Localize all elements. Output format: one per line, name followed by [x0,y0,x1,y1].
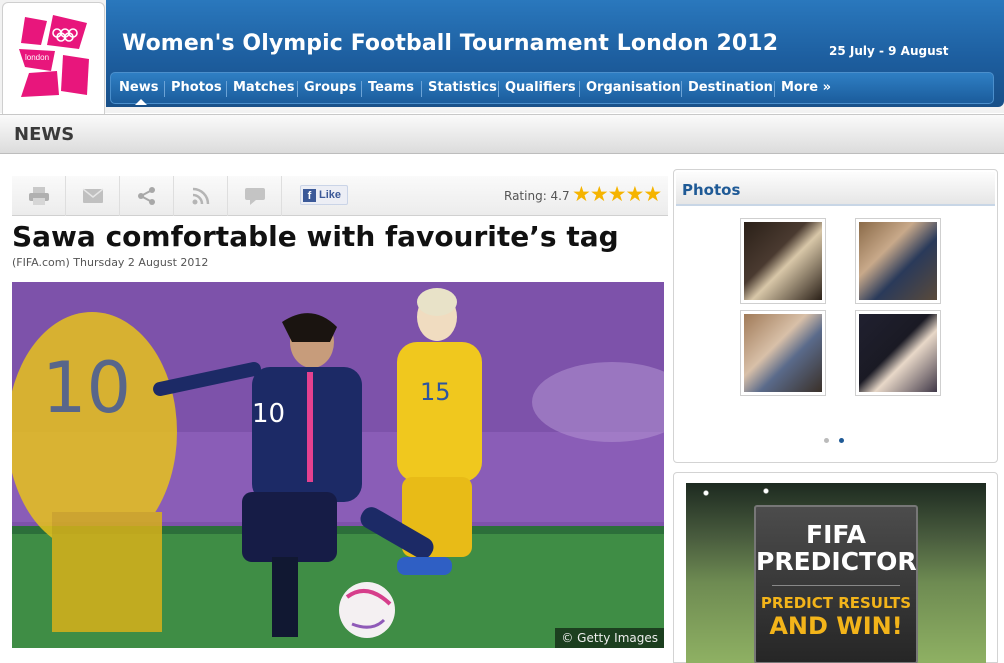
photo-thumbnail-1[interactable] [740,218,826,304]
predictor-title-line1: FIFA [806,520,866,549]
thumbnail-image [744,314,822,392]
article-toolbar: f Like Rating: 4.7 ★ ★ ★ ★ ★ [12,176,668,216]
svg-text:london: london [25,53,49,62]
tournament-dates: 25 July - 9 August [829,44,949,58]
predictor-panel: FIFA PREDICTOR PREDICT RESULTS AND WIN! [673,472,998,663]
predictor-card: FIFA PREDICTOR PREDICT RESULTS AND WIN! [754,505,918,663]
nav-item-news[interactable]: News [119,80,158,95]
carousel-dot-active[interactable] [839,438,844,443]
nav-item-qualifiers[interactable]: Qualifiers [505,80,576,95]
site-header: london Women's Olympic Football Tourname… [0,0,1004,114]
thumbnail-image [859,314,937,392]
football-match-illustration: 10 15 10 [12,282,664,648]
share-button[interactable] [120,176,174,216]
rating-label: Rating: 4.7 [504,189,570,203]
nav-divider [774,81,775,97]
svg-text:10: 10 [252,399,285,429]
print-button[interactable] [12,176,66,216]
comment-button[interactable] [228,176,282,216]
thumbnail-image [859,222,937,300]
nav-divider [498,81,499,97]
nav-divider [297,81,298,97]
photo-thumbnail-3[interactable] [740,310,826,396]
star-icon[interactable]: ★ [625,184,644,206]
predictor-cta-line1: PREDICT RESULTS [760,594,912,612]
nav-item-matches[interactable]: Matches [233,80,294,95]
predictor-cta-line2: AND WIN! [769,612,903,640]
article-photo: 10 15 10 © Getty Images [12,282,664,648]
star-icon[interactable]: ★ [572,184,591,206]
svg-text:15: 15 [420,378,451,406]
star-icon[interactable]: ★ [590,184,609,206]
nav-divider [226,81,227,97]
comment-icon [244,188,265,205]
svg-text:10: 10 [42,347,131,429]
photos-panel-title[interactable]: Photos [682,181,740,199]
header-banner: Women's Olympic Football Tournament Lond… [106,0,1004,107]
nav-item-groups[interactable]: Groups [304,80,356,95]
photos-panel: Photos [673,169,998,463]
photo-thumbnail-2[interactable] [855,218,941,304]
photos-panel-header: Photos [676,172,995,206]
email-icon [82,188,103,203]
rss-icon [192,187,209,205]
email-button[interactable] [66,176,120,216]
nav-divider [421,81,422,97]
section-title: NEWS [14,124,75,145]
nav-item-organisation[interactable]: Organisation [586,80,681,95]
thumbnail-image [744,222,822,300]
nav-item-destination[interactable]: Destination [688,80,773,95]
tournament-title: Women's Olympic Football Tournament Lond… [122,31,779,56]
nav-item-teams[interactable]: Teams [368,80,414,95]
carousel-dot[interactable] [824,438,829,443]
photo-thumbnail-4[interactable] [855,310,941,396]
nav-item-photos[interactable]: Photos [171,80,222,95]
print-icon [28,187,49,205]
star-icon[interactable]: ★ [643,184,662,206]
rating-stars[interactable]: ★ ★ ★ ★ ★ [572,184,662,206]
main-nav: News Photos Matches Groups Teams Statist… [110,72,994,105]
fifa-predictor-ad[interactable]: FIFA PREDICTOR PREDICT RESULTS AND WIN! [686,483,986,663]
nav-divider [579,81,580,97]
star-icon[interactable]: ★ [608,184,627,206]
nav-divider [164,81,165,97]
facebook-like-button[interactable]: f Like [300,185,348,205]
article-headline: Sawa comfortable with favourite’s tag [12,220,619,253]
page: london Women's Olympic Football Tourname… [0,0,1004,663]
predictor-title-line2: PREDICTOR [756,547,917,576]
predictor-divider [772,585,900,586]
nav-item-more[interactable]: More » [781,80,831,95]
nav-item-statistics[interactable]: Statistics [428,80,497,95]
rss-button[interactable] [174,176,228,216]
nav-divider [681,81,682,97]
carousel-pagination [824,438,844,443]
photo-credit: © Getty Images [555,628,664,648]
nav-divider [361,81,362,97]
london-2012-logo[interactable]: london [2,2,105,114]
facebook-icon: f [303,188,316,202]
facebook-like-label: Like [319,189,342,201]
active-nav-indicator [135,99,147,105]
article-byline: (FIFA.com) Thursday 2 August 2012 [12,256,209,269]
london-2012-logo-icon: london [19,15,89,97]
section-bar: NEWS [0,114,1004,154]
share-icon [137,187,155,205]
